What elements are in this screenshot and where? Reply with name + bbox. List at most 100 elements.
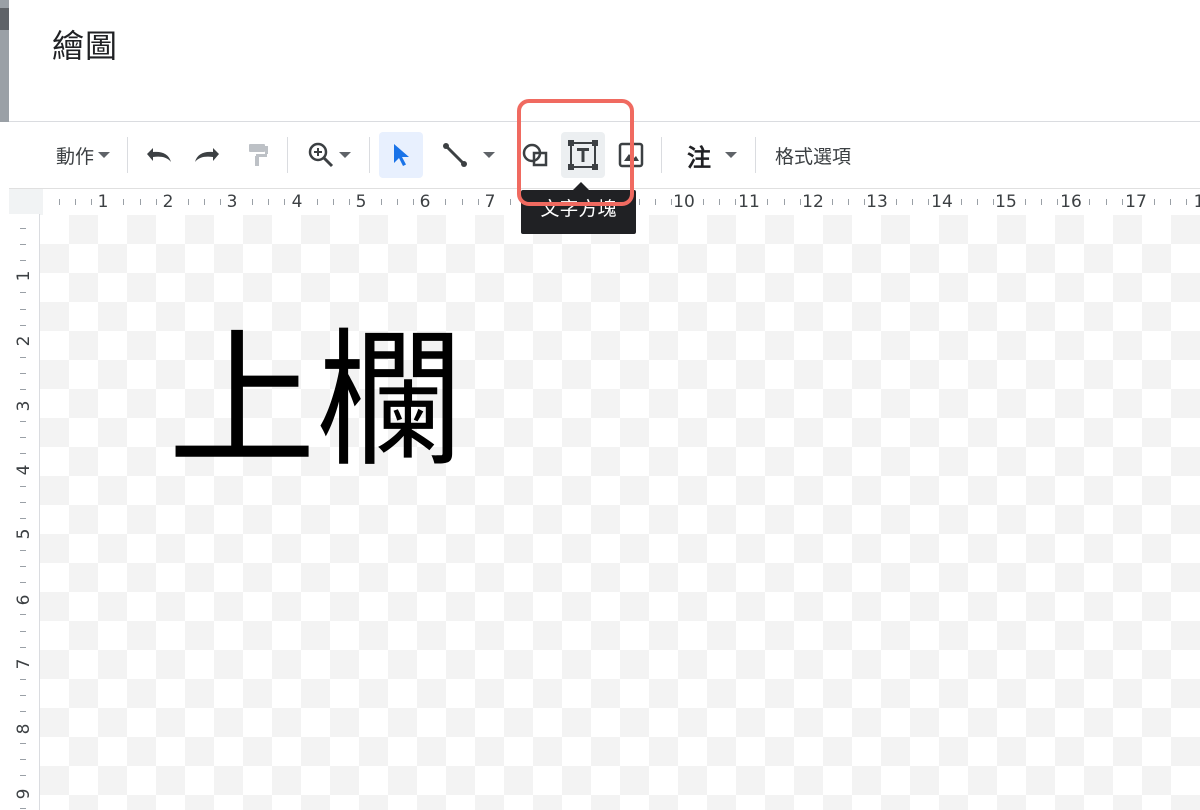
- undo-icon: [147, 148, 171, 162]
- ruler-tick: [316, 199, 318, 205]
- ruler-tick: [413, 199, 415, 205]
- select-button[interactable]: [379, 122, 423, 188]
- paint-format-button[interactable]: [237, 122, 277, 188]
- ruler-tick: [477, 199, 479, 205]
- ruler-tick: [252, 199, 254, 205]
- undo-button[interactable]: [139, 122, 179, 188]
- ruler-number: 4: [291, 192, 303, 212]
- ruler-tick: [20, 743, 26, 745]
- line-icon: [443, 143, 467, 167]
- actions-menu-label: 動作: [55, 145, 94, 168]
- ruler-tick: [960, 199, 962, 205]
- ruler-tick: [1169, 199, 1171, 205]
- ruler-number: 5: [355, 192, 367, 212]
- ruler-tick: [20, 517, 26, 519]
- ruler-tick: [509, 199, 511, 205]
- ruler-tick: [735, 199, 737, 205]
- ruler-tick: [719, 199, 721, 205]
- ruler-tick: [284, 199, 286, 205]
- ruler-tick: [896, 199, 898, 205]
- ruler-tick: [1041, 199, 1043, 205]
- toolbar-separator: [287, 137, 288, 173]
- ruler-tick: [381, 199, 382, 205]
- ruler-number: 9: [14, 788, 34, 800]
- ruler-number: 3: [14, 400, 34, 412]
- chevron-down-icon: [725, 152, 737, 158]
- ruler-tick: [220, 199, 221, 205]
- callout-highlight-box: [517, 99, 634, 206]
- ruler-tick: [20, 711, 26, 712]
- ruler-tick: [864, 199, 865, 205]
- drawing-canvas[interactable]: 上欄: [40, 215, 1200, 810]
- ruler-tick: [461, 199, 463, 205]
- ruler-number: 7: [14, 658, 34, 670]
- redo-button[interactable]: [187, 122, 227, 188]
- toolbar-separator: [369, 137, 370, 173]
- ruler-tick: [20, 759, 26, 761]
- ruler-tick: [445, 199, 447, 205]
- toolbar-separator: [661, 137, 662, 173]
- ruler-tick: [20, 308, 26, 310]
- ruler-tick: [348, 199, 350, 205]
- ruler-number: 2: [162, 192, 174, 212]
- ruler-tick: [1089, 199, 1091, 205]
- actions-menu-button[interactable]: 動作: [51, 122, 115, 188]
- format-options-button[interactable]: 格式選項: [765, 122, 861, 188]
- ruler-tick: [20, 501, 26, 503]
- ruler-tick: [1025, 199, 1026, 205]
- chevron-down-icon: [339, 152, 351, 158]
- ruler-tick: [203, 199, 205, 205]
- ruler-tick: [397, 199, 399, 205]
- ruler-tick: [654, 199, 656, 205]
- paint-roller-icon: [249, 144, 268, 166]
- ruler-number: 16: [1060, 192, 1082, 212]
- chevron-down-icon: [98, 152, 110, 158]
- ruler-number: 7: [484, 192, 496, 212]
- ruler-tick: [20, 775, 26, 777]
- ruler-number: 4: [14, 464, 34, 476]
- ruler-tick: [187, 199, 189, 205]
- ruler-number: 13: [866, 192, 888, 212]
- ruler-tick: [1153, 199, 1155, 205]
- line-tool-button[interactable]: [433, 122, 503, 188]
- dialog-title: 繪圖: [52, 27, 119, 65]
- ruler-tick: [1186, 199, 1187, 205]
- ruler-tick: [20, 372, 26, 374]
- ruler-tick: [976, 199, 978, 205]
- ruler-number: 3: [226, 192, 238, 212]
- ruler-tick: [75, 199, 77, 205]
- ruler-tick: [20, 694, 26, 696]
- ruler-tick: [831, 199, 833, 205]
- window-edge: [0, 0, 9, 122]
- ruler-tick: [20, 550, 26, 551]
- ruler-tick: [20, 437, 26, 439]
- ruler-tick: [1105, 199, 1107, 205]
- ruler-tick: [20, 292, 26, 294]
- ruler-tick: [670, 199, 672, 205]
- ruler-tick: [20, 630, 26, 632]
- canvas-text-element[interactable]: 上欄: [168, 327, 464, 475]
- ruler-number: 12: [802, 192, 824, 212]
- ruler-number: 1: [1193, 192, 1200, 212]
- ruler-number: 8: [14, 723, 34, 735]
- ruler-tick: [20, 228, 26, 229]
- ruler-tick: [20, 324, 26, 326]
- ruler-number: 17: [1125, 192, 1147, 212]
- annotation-menu-button[interactable]: 注: [673, 122, 751, 188]
- ruler-number: 5: [14, 528, 34, 540]
- ruler-tick: [928, 199, 930, 205]
- ruler-tick: [767, 199, 769, 205]
- ruler-tick: [20, 485, 26, 487]
- ruler-tick: [59, 199, 60, 205]
- ruler-tick: [268, 199, 270, 205]
- annotation-label: 注: [687, 143, 711, 172]
- ruler-margin: [9, 189, 43, 215]
- vertical-ruler: 1 2 3 4 5 6 7 8 9: [9, 214, 40, 810]
- format-options-label: 格式選項: [774, 145, 851, 168]
- ruler-tick: [155, 199, 157, 205]
- ruler-tick: [799, 199, 801, 205]
- zoom-button[interactable]: [299, 122, 359, 188]
- ruler-tick: [20, 453, 26, 455]
- ruler-tick: [20, 260, 26, 262]
- cursor-arrow-icon: [394, 144, 409, 166]
